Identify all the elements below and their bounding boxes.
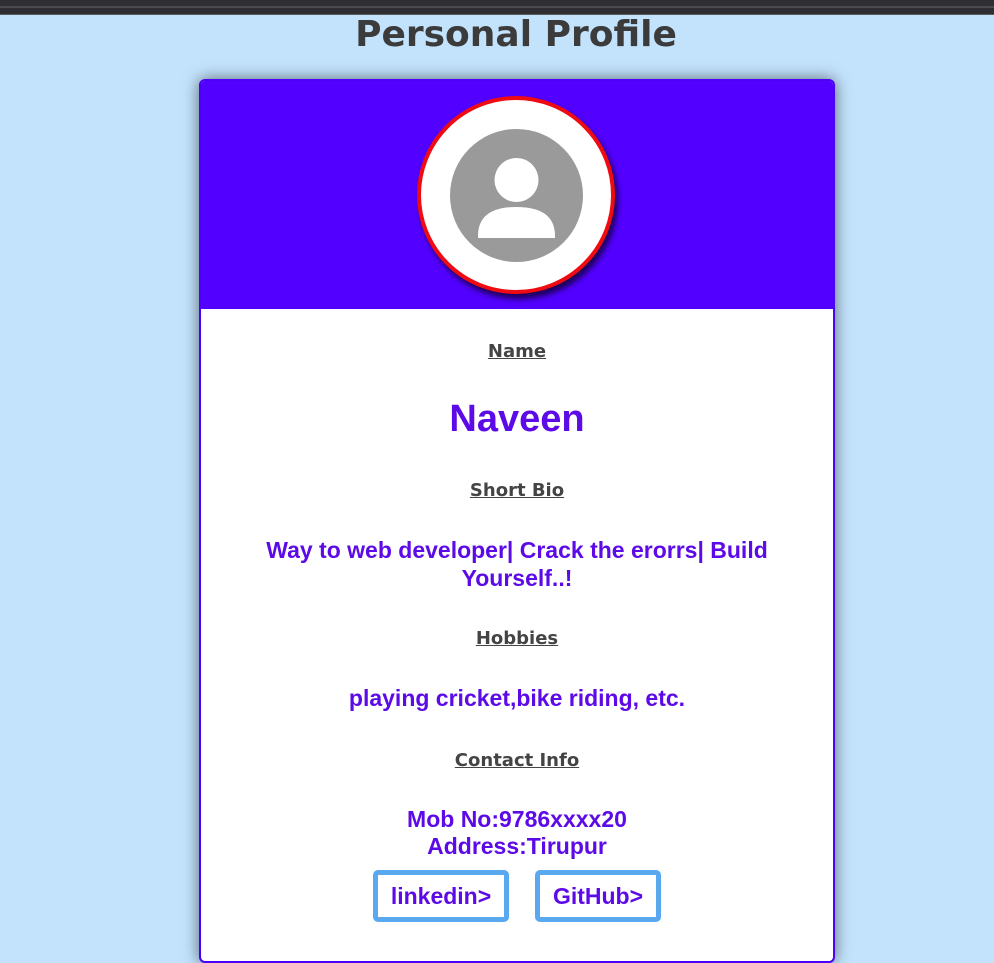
profile-card-header — [201, 81, 833, 309]
name-label: Name — [487, 341, 547, 362]
person-silhouette-icon — [450, 129, 583, 262]
person-silhouette-svg — [478, 158, 555, 238]
linkedin-button[interactable]: linkedin> — [373, 870, 509, 922]
contact-address: Address:Tirupur — [427, 833, 607, 859]
page-title: Personal Profile — [355, 14, 677, 55]
hobbies-label: Hobbies — [475, 628, 559, 649]
contact-info-label: Contact Info — [454, 750, 580, 771]
hobbies-text: playing cricket,bike riding, etc. — [348, 685, 686, 711]
contact-mobile: Mob No:9786xxxx20 — [407, 806, 627, 832]
short-bio-text: Way to web developer| Crack the erorrs| … — [266, 537, 768, 591]
profile-name: Naveen — [449, 398, 585, 440]
avatar — [417, 96, 615, 294]
github-button[interactable]: GitHub> — [535, 870, 661, 922]
profile-card: Name Naveen Short Bio Way to web develop… — [199, 79, 835, 963]
browser-top-strip-line — [0, 6, 994, 8]
short-bio-label: Short Bio — [469, 480, 565, 501]
